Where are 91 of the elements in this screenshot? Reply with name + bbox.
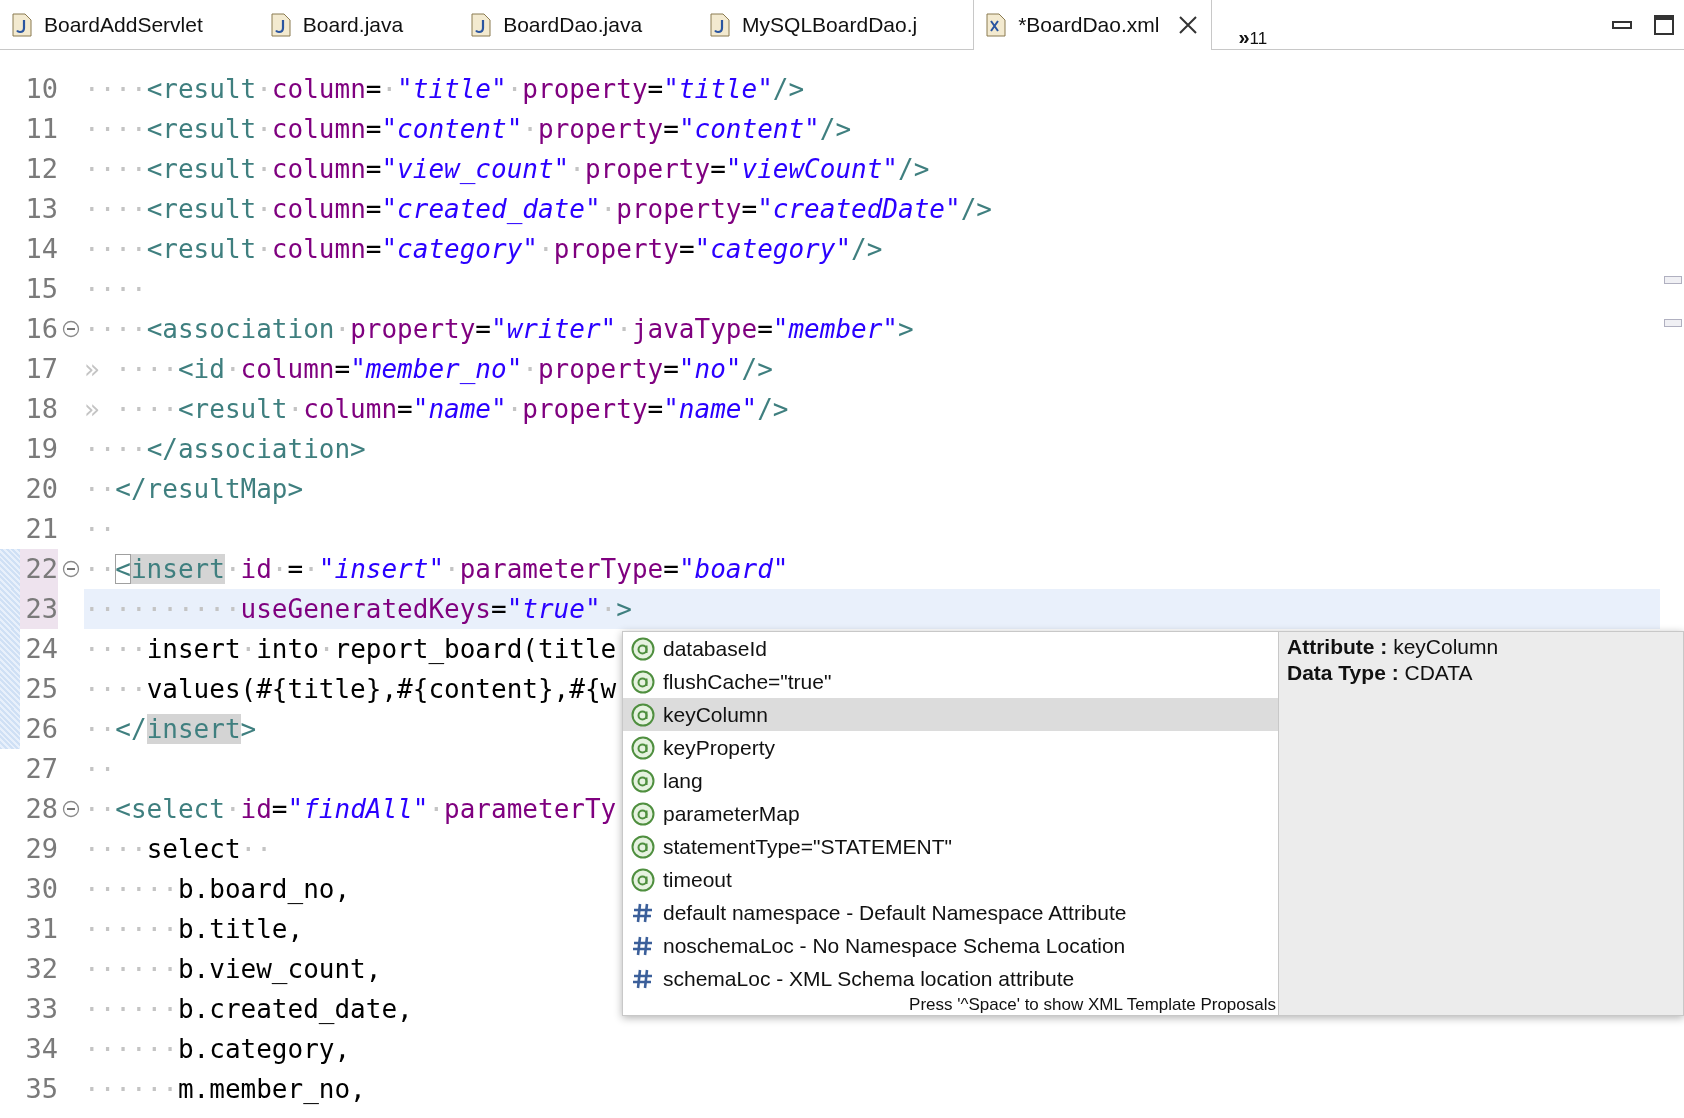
code-line: ······b.title,	[84, 913, 304, 946]
code-line: » ····<result·column="name"·property="name"/>	[84, 393, 789, 426]
line-number: 20	[24, 472, 58, 506]
collapse-icon[interactable]	[62, 560, 80, 578]
code-line: ······b.created_date,	[84, 993, 413, 1026]
code-line: ····<result·column=·"title"·property="title"/>	[84, 73, 805, 106]
code-line: ····select··	[84, 833, 272, 866]
minimize-icon[interactable]	[1612, 19, 1632, 30]
editor-tab[interactable]: *BoardDao.xml	[973, 0, 1213, 50]
hint-text: Press '^Space' to show XML Template Proposals	[909, 995, 1277, 1015]
line-number: 21	[24, 512, 58, 546]
editor-tab[interactable]: Board.java	[258, 0, 460, 49]
file-icon	[471, 12, 492, 37]
code-line: ····<result·column="content"·property="content"/>	[84, 113, 852, 146]
proposal-item[interactable]: lang	[623, 764, 1278, 797]
proposal-item[interactable]: schemaLoc - XML Schema location attribute	[623, 962, 1278, 995]
editor-tab[interactable]: MySQLBoardDao.j	[698, 0, 974, 49]
close-icon[interactable]	[1177, 14, 1200, 36]
line-number: 34	[24, 1032, 58, 1066]
proposal-item[interactable]: keyColumn	[623, 698, 1278, 731]
attribute-icon	[631, 636, 655, 661]
line-number: 24	[24, 632, 58, 666]
details-panel: Attribute : keyColumn Data Type : CDATA	[1278, 631, 1684, 1016]
line-number: 35	[24, 1072, 58, 1106]
overview-marker[interactable]	[1664, 319, 1682, 327]
proposal-item[interactable]: keyProperty	[623, 731, 1278, 764]
line-number: 17	[24, 352, 58, 386]
attribute-icon	[631, 702, 655, 727]
code-line: ······m.member_no,	[84, 1073, 366, 1106]
code-line: ······b.category,	[84, 1033, 351, 1066]
proposal-item[interactable]: noschemaLoc - No Namespace Schema Location	[623, 929, 1278, 962]
line-number: 23	[20, 589, 58, 629]
attribute-icon	[631, 735, 655, 760]
code-line: ··<insert·id·=·"insert"·parameterType="board"	[84, 553, 789, 586]
proposal-item[interactable]: databaseId	[623, 632, 1278, 665]
proposal-item[interactable]: default namespace - Default Namespace Attribute	[623, 896, 1278, 929]
code-line: ····<result·column="created_date"·property="createdDate"/>	[84, 193, 992, 226]
proposal-item[interactable]: timeout	[623, 863, 1278, 896]
attribute-icon	[631, 834, 655, 859]
line-number: 31	[24, 912, 58, 946]
proposal-item[interactable]: statementType="STATEMENT"	[623, 830, 1278, 863]
code-line: ····values(#{title},#{content},#{w	[84, 673, 617, 706]
code-line: ····	[84, 273, 147, 306]
code-line: ····</association>	[84, 433, 366, 466]
line-number: 30	[24, 872, 58, 906]
code-line: ······b.view_count,	[84, 953, 382, 986]
code-line: ··</insert>	[84, 713, 257, 746]
overview-marker[interactable]	[1664, 276, 1682, 284]
file-icon	[12, 12, 32, 37]
code-line: ··	[84, 753, 116, 786]
code-line: ··</resultMap>	[84, 473, 304, 506]
collapse-icon[interactable]	[62, 320, 80, 338]
line-number: 14	[24, 232, 58, 266]
more-tabs-button[interactable]: »11	[1212, 0, 1268, 49]
line-number: 15	[24, 272, 58, 306]
editor-tab[interactable]: BoardDao.java	[459, 0, 699, 49]
code-line: ····<result·column="category"·property="category"/>	[84, 233, 883, 266]
proposal-item[interactable]: parameterMap	[623, 797, 1278, 830]
code-line: ····<association·property="writer"·javaType="member">	[84, 313, 914, 346]
attribute-icon	[631, 801, 655, 826]
line-number: 10	[24, 72, 58, 106]
line-number: 26	[24, 712, 58, 746]
collapse-icon[interactable]	[62, 800, 80, 818]
code-line: ······b.board_no,	[84, 873, 351, 906]
line-number: 12	[24, 152, 58, 186]
code-line: ··	[84, 513, 116, 546]
line-number: 13	[24, 192, 58, 226]
code-line: ··<select·id="findAll"·parameterTy	[84, 793, 617, 826]
line-number: 27	[24, 752, 58, 786]
code-line: » ····<id·column="member_no"·property="no"/>	[84, 353, 773, 386]
file-icon	[710, 12, 731, 37]
editor-tab[interactable]: BoardAddServlet	[0, 0, 259, 49]
line-number: 25	[24, 672, 58, 706]
code-line: ····<result·column="view_count"·property="viewCount"/>	[84, 153, 930, 186]
attribute-icon	[631, 768, 655, 793]
maximize-icon[interactable]	[1654, 14, 1674, 35]
attribute-icon	[631, 867, 655, 892]
attribute-icon	[631, 669, 655, 694]
line-number: 29	[24, 832, 58, 866]
code-line: ····insert·into·report_board(title	[84, 633, 617, 666]
line-number: 18	[24, 392, 58, 426]
line-number: 16	[24, 312, 58, 346]
file-icon	[986, 13, 1007, 37]
line-number: 28	[24, 792, 58, 826]
line-number: 19	[24, 432, 58, 466]
line-number: 33	[24, 992, 58, 1026]
file-icon	[270, 12, 291, 37]
proposal-item[interactable]: flushCache="true"	[623, 665, 1278, 698]
line-number: 32	[24, 952, 58, 986]
line-number: 11	[24, 112, 58, 146]
line-number: 22	[20, 549, 58, 589]
